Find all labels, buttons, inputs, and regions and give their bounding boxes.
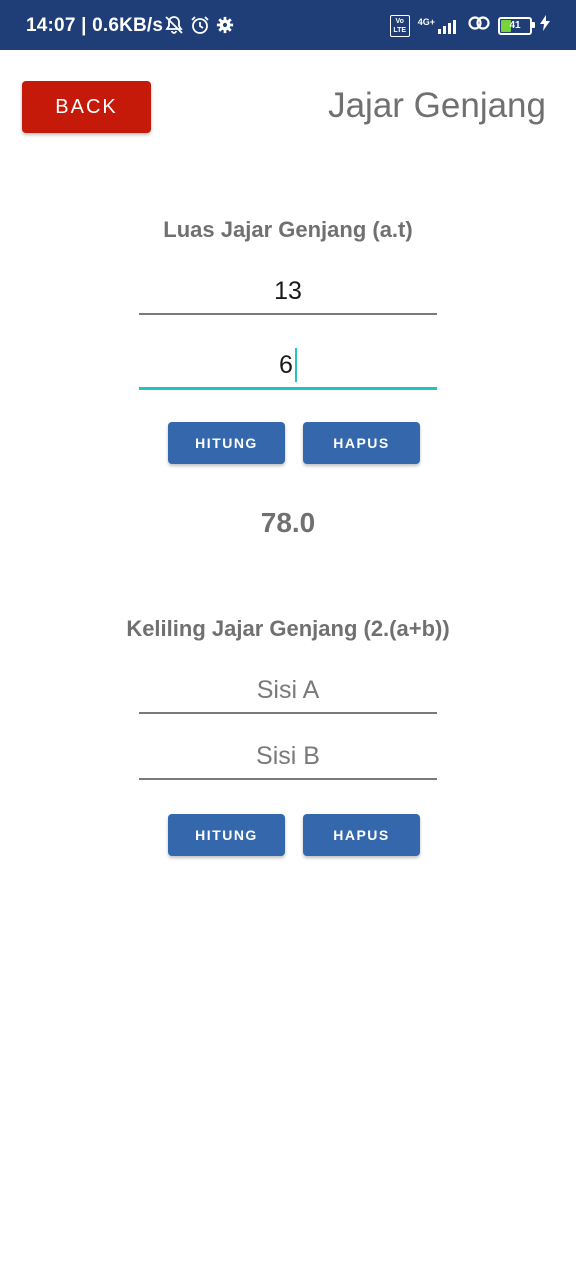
status-icons-left: [164, 15, 234, 40]
text-cursor: [294, 348, 297, 382]
luas-hitung-button[interactable]: HITUNG: [168, 422, 285, 464]
sisi-a-input[interactable]: Sisi A: [139, 668, 437, 714]
bell-off-icon: [164, 15, 184, 40]
luas-hapus-button[interactable]: HAPUS: [303, 422, 420, 464]
back-button[interactable]: BACK: [22, 81, 151, 133]
page-title: Jajar Genjang: [328, 86, 546, 125]
keliling-section-title: Keliling Jajar Genjang (2.(a+b)): [126, 616, 450, 641]
charging-icon: [540, 15, 550, 36]
volte-icon: Vo LTE: [389, 14, 410, 37]
sisi-b-input[interactable]: Sisi B: [139, 734, 437, 780]
luas-result: 78.0: [260, 507, 316, 538]
signal-icon: 4G+: [418, 17, 460, 34]
alarm-icon: [190, 15, 210, 40]
sisi-a-placeholder: Sisi A: [256, 675, 320, 704]
battery-level: 41: [509, 20, 521, 31]
status-bar: 14:07 | 0.6KB/s Vo LTE 4G+ 41: [0, 0, 576, 50]
battery-icon: 41: [498, 16, 535, 35]
sisi-b-placeholder: Sisi B: [256, 741, 320, 770]
status-icons-right: Vo LTE 4G+ 41: [389, 14, 550, 37]
alas-input[interactable]: 13: [139, 269, 437, 315]
gear-icon: [216, 16, 234, 39]
alas-value: 13: [274, 276, 302, 305]
tinggi-value: 6: [279, 350, 293, 379]
keliling-hitung-button[interactable]: HITUNG: [168, 814, 285, 856]
status-time: 14:07 | 0.6KB/s: [26, 15, 164, 36]
tinggi-input[interactable]: 6: [139, 343, 437, 390]
keliling-hapus-button[interactable]: HAPUS: [303, 814, 420, 856]
luas-section-title: Luas Jajar Genjang (a.t): [163, 217, 413, 242]
hotspot-link-icon: [468, 14, 490, 37]
